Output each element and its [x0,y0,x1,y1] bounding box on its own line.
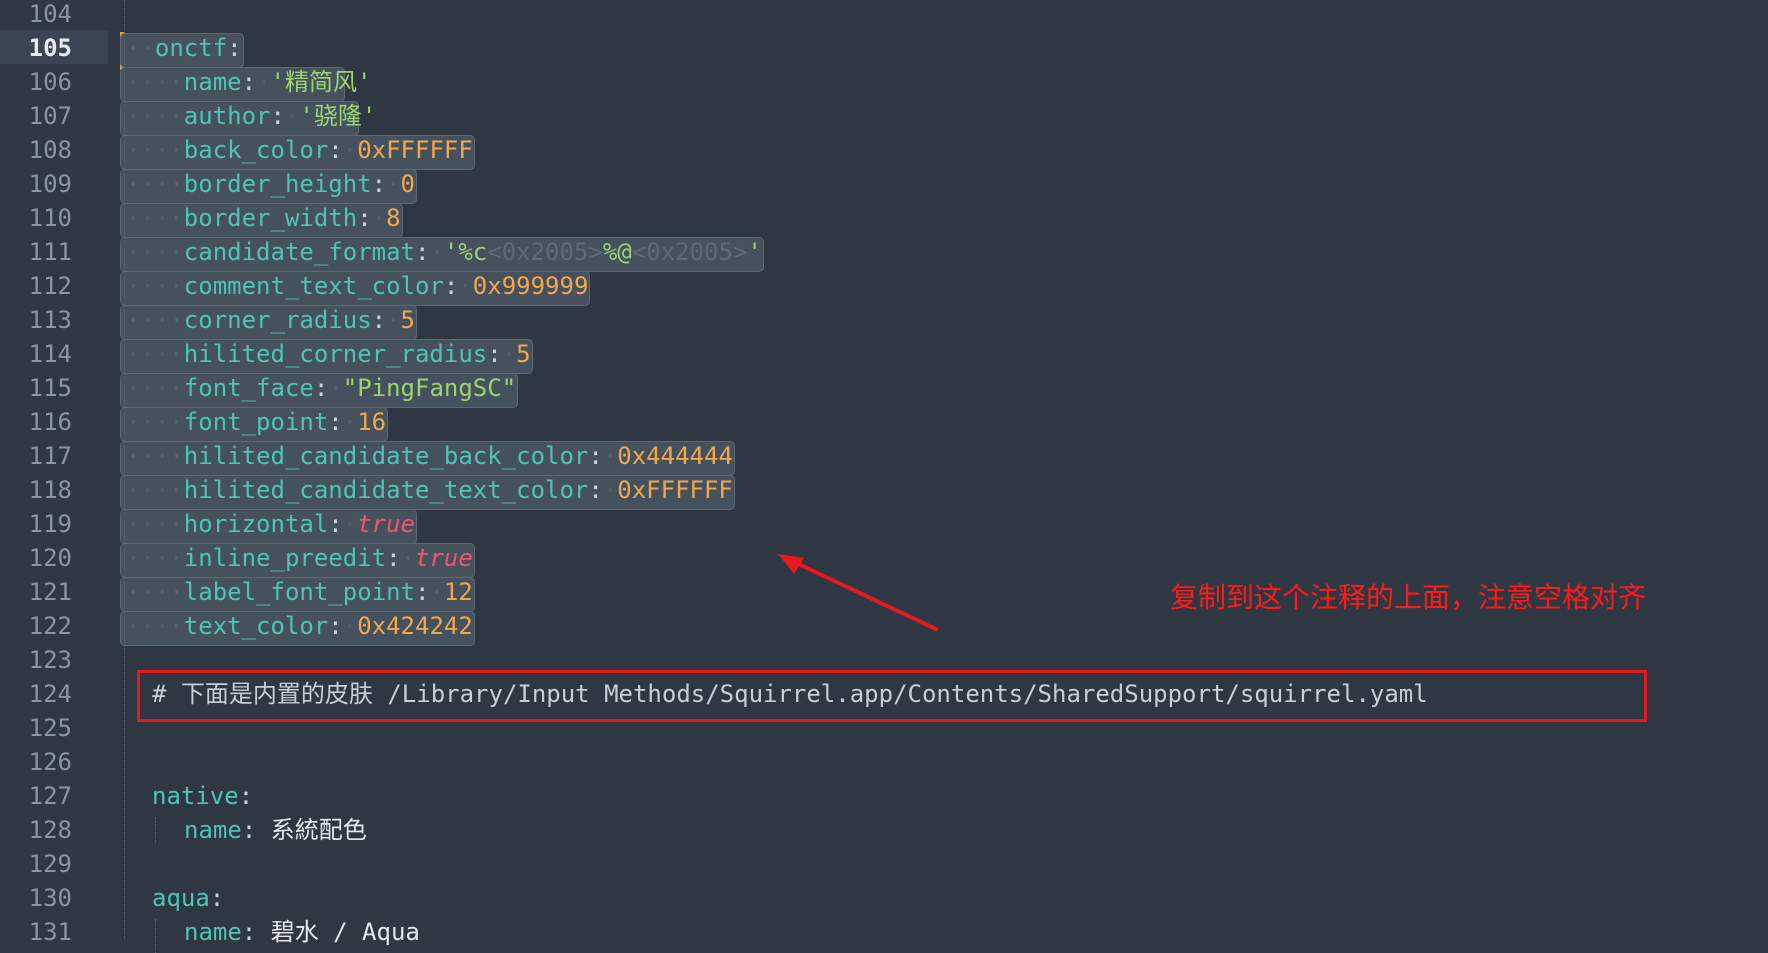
annotation-arrow [778,554,939,632]
code-editor[interactable]: 104 105 106 107 108 109 110 111 112 113 114 115 116 1… [0,0,1768,953]
annotation-text: 复制到这个注释的上面，注意空格对齐 [1170,581,1647,614]
